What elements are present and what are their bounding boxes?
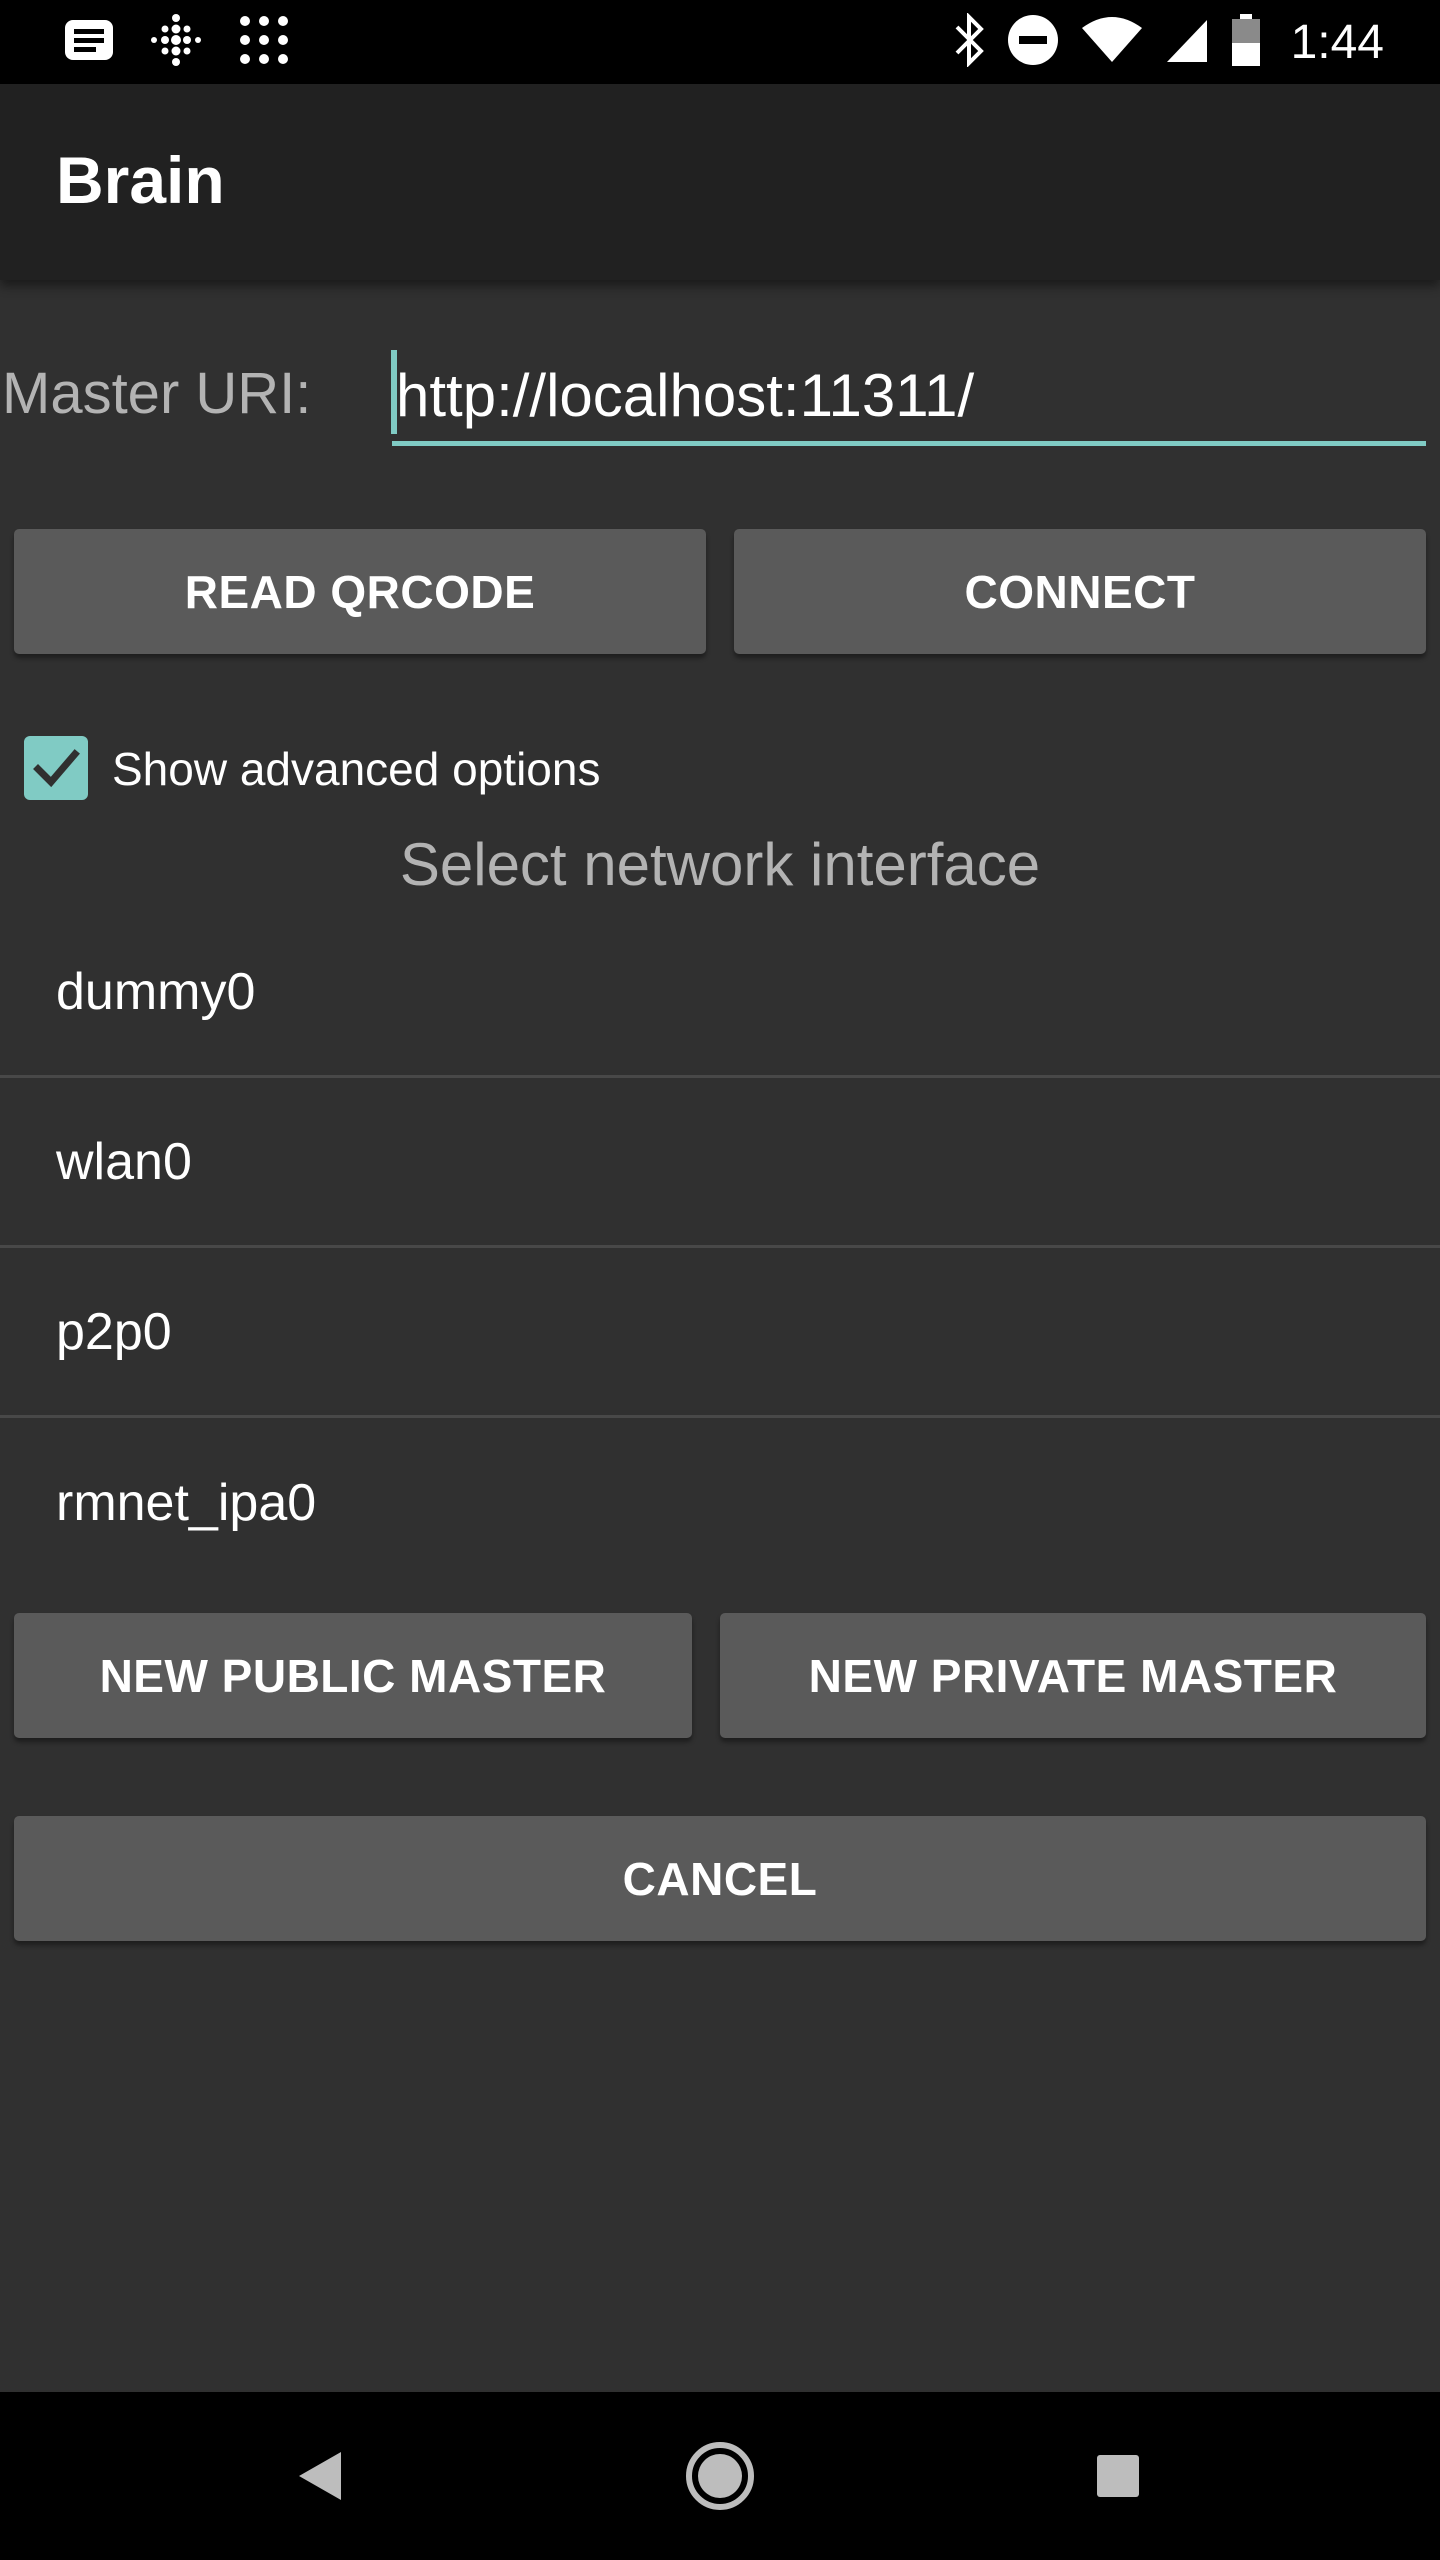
list-item-rmnet-ipa0[interactable]: rmnet_ipa0 bbox=[0, 1418, 1440, 1588]
cell-signal-icon bbox=[1165, 16, 1209, 69]
new-public-master-button[interactable]: NEW PUBLIC MASTER bbox=[14, 1613, 692, 1738]
list-item-wlan0[interactable]: wlan0 bbox=[0, 1078, 1440, 1248]
connect-button[interactable]: CONNECT bbox=[734, 529, 1426, 654]
list-item-p2p0[interactable]: p2p0 bbox=[0, 1248, 1440, 1418]
list-item-dummy0[interactable]: dummy0 bbox=[0, 908, 1440, 1078]
show-advanced-checkbox[interactable] bbox=[24, 736, 88, 800]
checkmark-icon bbox=[33, 749, 80, 788]
master-uri-label: Master URI: bbox=[2, 361, 312, 426]
back-button[interactable] bbox=[236, 2392, 404, 2560]
app-title: Brain bbox=[56, 143, 225, 217]
home-button[interactable] bbox=[636, 2392, 804, 2560]
wifi-icon bbox=[1081, 16, 1143, 69]
text-cursor bbox=[391, 350, 397, 434]
app-grid-icon bbox=[238, 14, 290, 71]
show-advanced-label[interactable]: Show advanced options bbox=[112, 742, 600, 796]
home-icon bbox=[686, 2442, 754, 2510]
network-interface-list: dummy0 wlan0 p2p0 rmnet_ipa0 bbox=[0, 908, 1440, 1588]
message-icon bbox=[64, 19, 114, 66]
navigation-bar bbox=[0, 2392, 1440, 2560]
status-time: 1:44 bbox=[1290, 15, 1384, 69]
status-bar: 1:44 bbox=[0, 0, 1440, 84]
new-private-master-button[interactable]: NEW PRIVATE MASTER bbox=[720, 1613, 1426, 1738]
master-uri-input[interactable] bbox=[392, 350, 1426, 446]
read-qrcode-button[interactable]: READ QRCODE bbox=[14, 529, 706, 654]
back-icon bbox=[299, 2452, 341, 2500]
bluetooth-icon bbox=[953, 11, 985, 72]
battery-icon bbox=[1231, 13, 1261, 72]
network-interface-title: Select network interface bbox=[399, 831, 1041, 898]
do-not-disturb-icon bbox=[1007, 14, 1059, 71]
fitbit-icon bbox=[148, 12, 204, 73]
cancel-button[interactable]: CANCEL bbox=[14, 1816, 1426, 1941]
recents-icon bbox=[1097, 2455, 1139, 2497]
app-bar: Brain bbox=[0, 84, 1440, 280]
recents-button[interactable] bbox=[1034, 2392, 1202, 2560]
